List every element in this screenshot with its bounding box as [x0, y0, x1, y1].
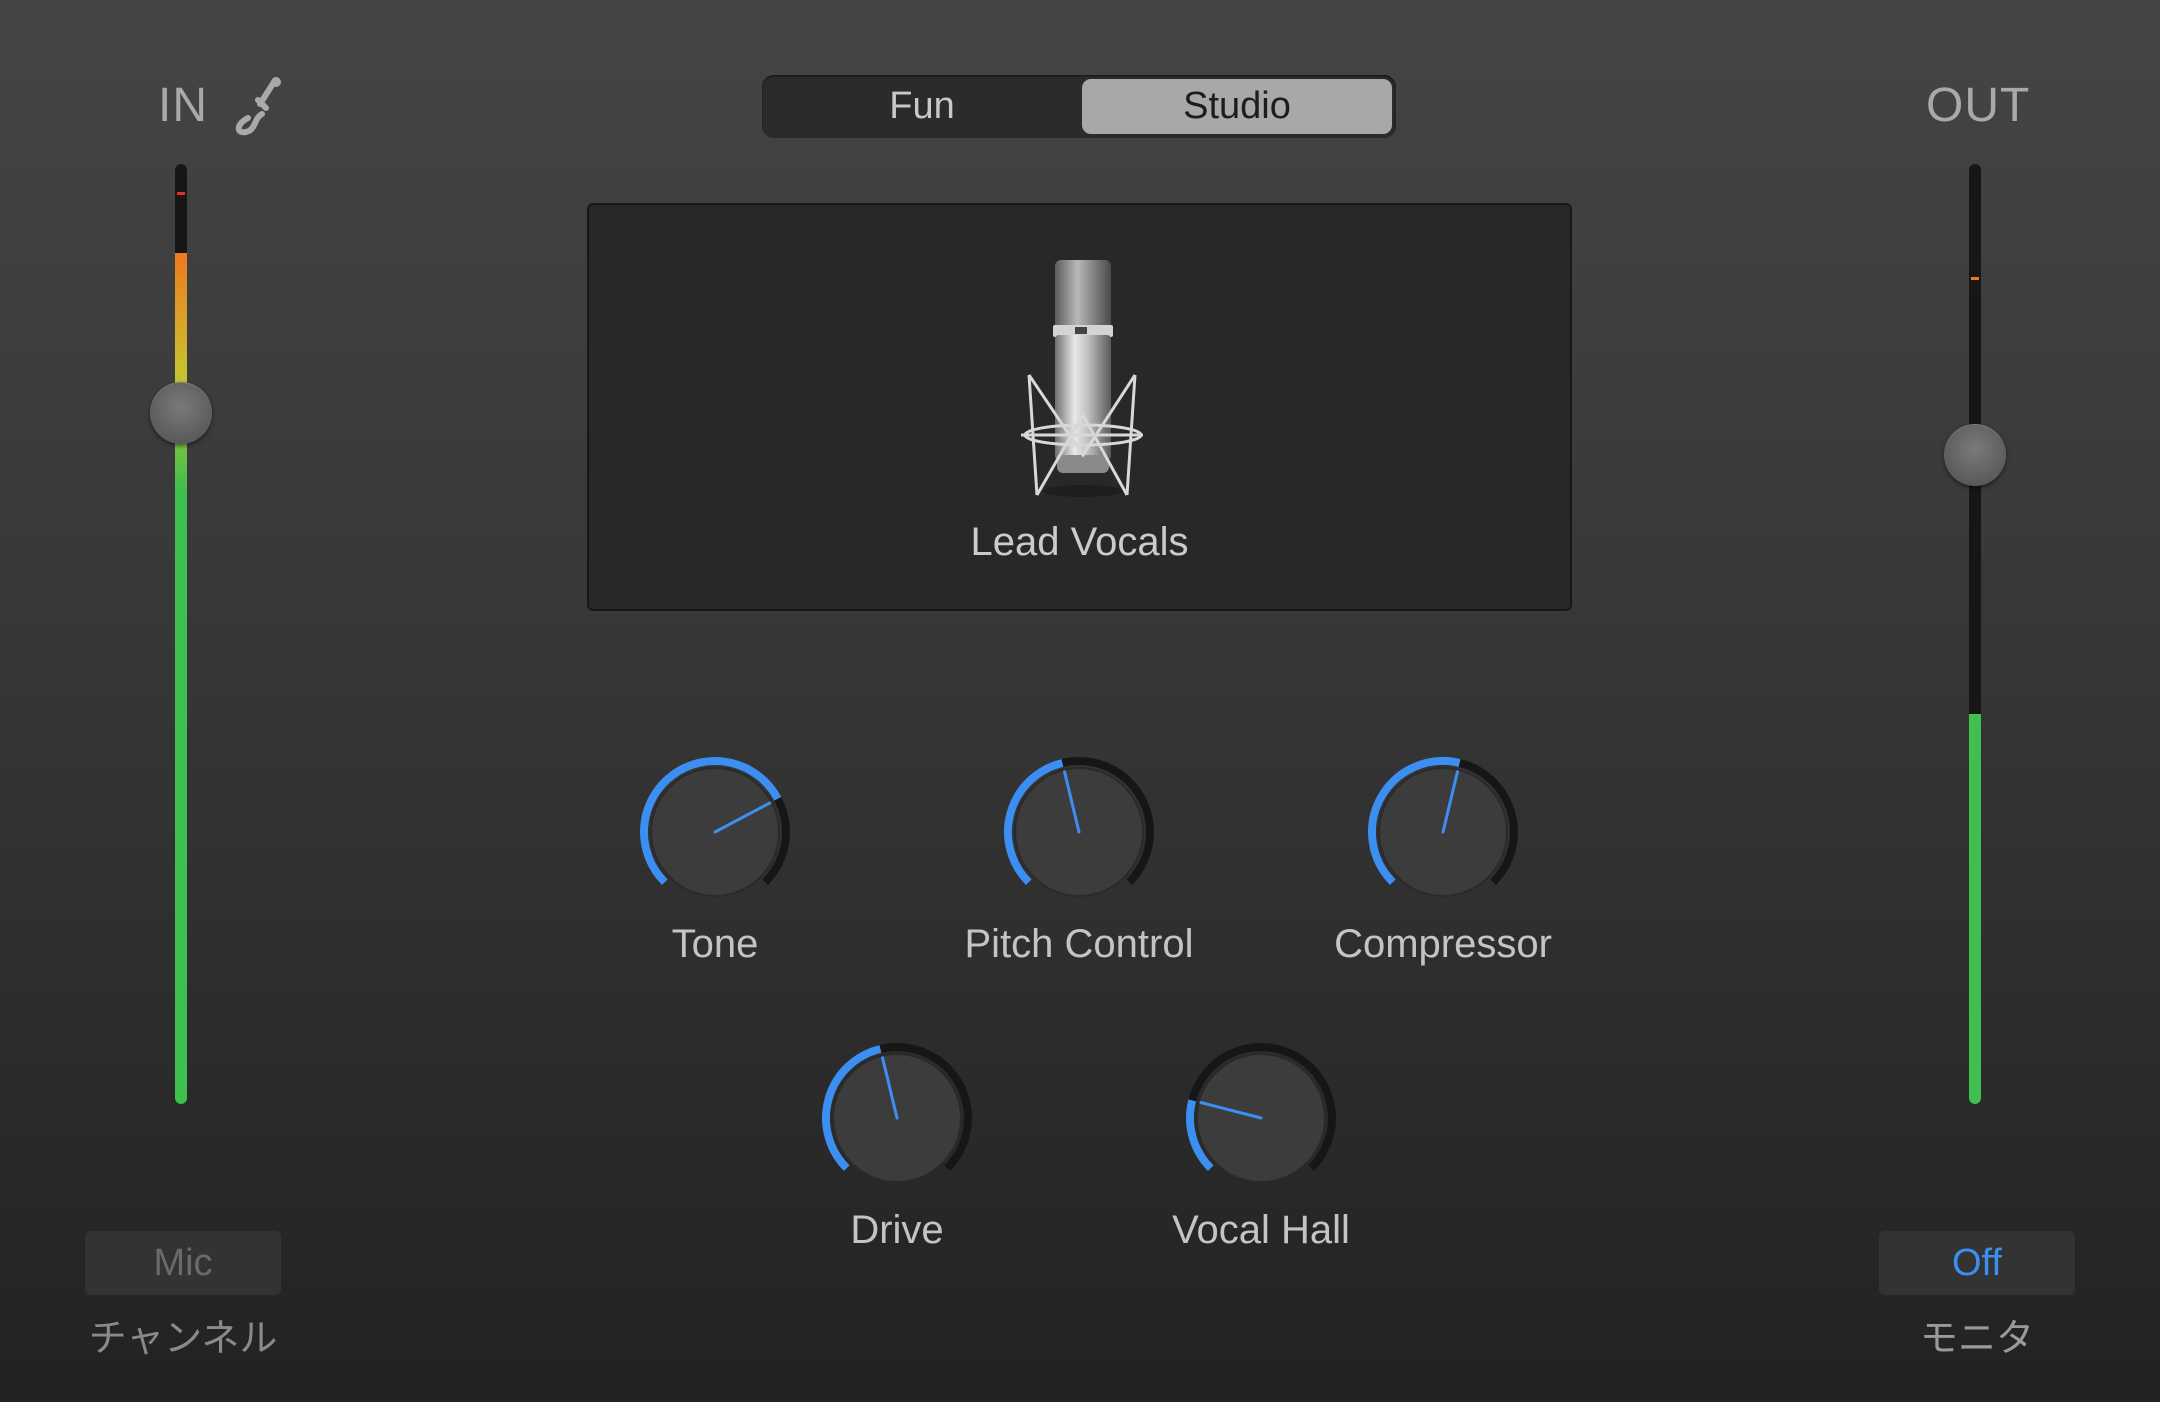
input-level-fill [175, 253, 187, 1104]
mode-tab-studio[interactable]: Studio [1082, 79, 1392, 134]
drive-knob[interactable] [812, 1033, 982, 1203]
compressor-knob[interactable] [1358, 747, 1528, 917]
pitch-control-knob[interactable] [994, 747, 1164, 917]
mode-segmented-control: Fun Studio [762, 75, 1396, 138]
input-title: IN [158, 79, 208, 132]
pitch-control-knob-label: Pitch Control [964, 922, 1194, 966]
output-volume-slider-thumb[interactable] [1944, 424, 2006, 487]
guitar-cable-icon [235, 77, 281, 136]
patch-name: Lead Vocals [970, 520, 1189, 564]
compressor-knob-label: Compressor [1334, 922, 1552, 966]
vocal-hall-knob-label: Vocal Hall [1172, 1208, 1350, 1252]
tone-knob-label: Tone [671, 922, 759, 966]
input-level-meter [175, 164, 187, 1104]
patch-selector[interactable]: Lead Vocals [587, 203, 1572, 611]
input-gain-slider-thumb[interactable] [150, 382, 212, 445]
monitor-button[interactable]: Off [1879, 1231, 2075, 1295]
output-level-meter [1969, 164, 1981, 1104]
studio-microphone-icon [1021, 260, 1143, 497]
drive-knob-label: Drive [850, 1208, 944, 1252]
monitor-caption: モニタ [1919, 1318, 2034, 1360]
tone-knob[interactable] [630, 747, 800, 917]
output-title: OUT [1926, 79, 2031, 132]
output-level-fill [1969, 713, 1981, 1104]
vocal-hall-knob[interactable] [1176, 1033, 1346, 1203]
input-source-button[interactable]: Mic [85, 1231, 281, 1295]
output-peak-indicator [1971, 276, 1979, 280]
mode-tab-fun[interactable]: Fun [767, 79, 1077, 134]
input-peak-indicator [177, 192, 185, 196]
input-source-caption: チャンネル [88, 1318, 278, 1360]
